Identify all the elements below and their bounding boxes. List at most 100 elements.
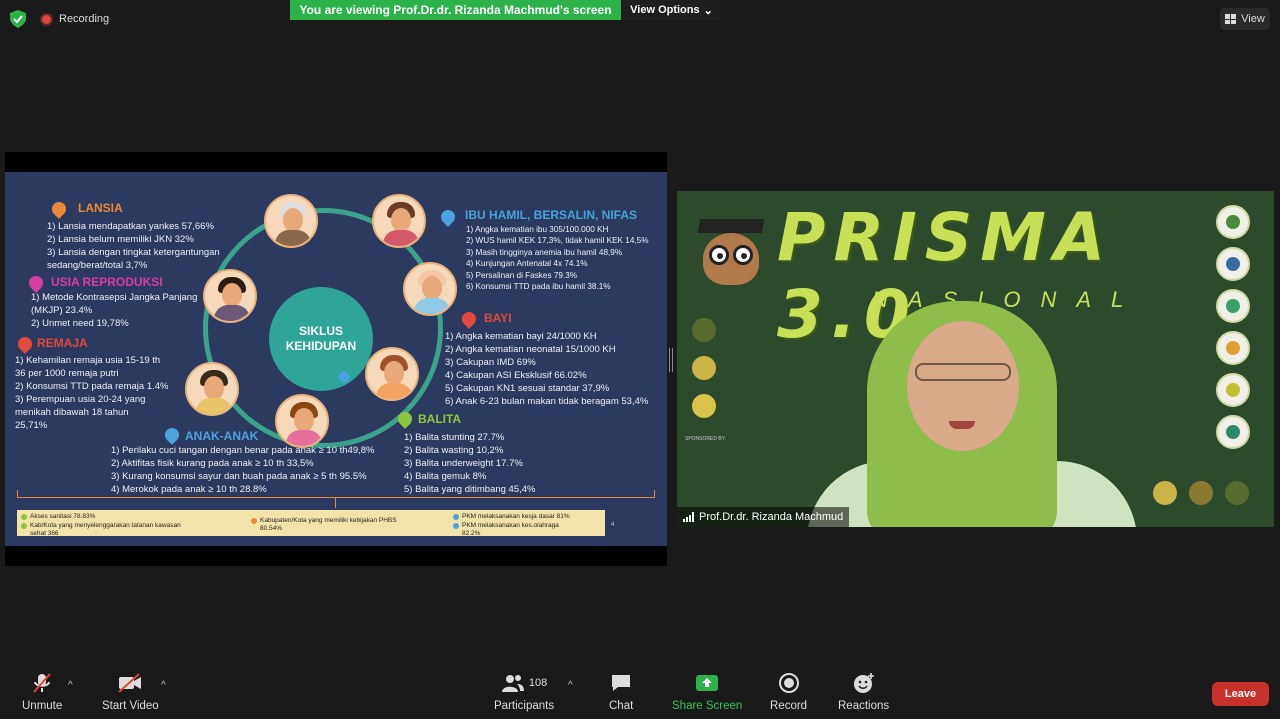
- blue-dot-icon: [453, 514, 459, 520]
- slide-page-number: 4: [611, 522, 615, 528]
- recording-indicator[interactable]: Recording: [40, 10, 109, 28]
- chat-bubble-icon: [610, 672, 632, 694]
- center-title: SIKLUS KEHIDUPAN: [269, 287, 373, 391]
- viewing-screen-banner: You are viewing Prof.Dr.dr. Rizanda Mach…: [290, 0, 621, 20]
- ibu-hamil-list: 1) Angka kematian ibu 305/100.000 KH 2) …: [466, 225, 649, 292]
- usia-reproduksi-pin-icon: [26, 273, 46, 293]
- partner-logo: [1216, 331, 1250, 365]
- start-video-button[interactable]: Start Video: [102, 672, 159, 712]
- blue-dot-icon: [453, 523, 459, 529]
- bayi-list: 1) Angka kematian bayi 24/1000 KH 2) Ang…: [445, 331, 649, 407]
- reactions-button[interactable]: Reactions: [838, 672, 889, 712]
- anak-anak-title: ANAK-ANAK: [185, 429, 259, 443]
- ibu-hamil-pin-icon: [438, 207, 458, 227]
- recording-dot-icon: [40, 12, 53, 26]
- decorative-dot: [1153, 481, 1177, 505]
- chat-label: Chat: [609, 700, 634, 712]
- record-button[interactable]: Record: [770, 672, 807, 712]
- usia-reproduksi-title: USIA REPRODUKSI: [51, 275, 163, 289]
- footer-item-kabkota: Kab/Kota yang menyelenggarakan tatanan k…: [21, 522, 181, 538]
- participants-button[interactable]: 108 Participants: [494, 672, 554, 712]
- balita-list: 1) Balita stunting 27.7% 2) Balita wasti…: [404, 432, 536, 495]
- usia-reproduksi-list: 1) Metode Kontrasepsi Jangka Panjang (MK…: [31, 292, 198, 329]
- footer-item-pkm-kesja: PKM melaksanakan kesja dasar 81%: [453, 513, 570, 521]
- bayi-pin-icon: [459, 309, 479, 329]
- partner-logo: [1216, 247, 1250, 281]
- lansia-list: 1) Lansia mendapatkan yankes 57,66% 2) L…: [47, 221, 220, 271]
- lansia-pin-icon: [49, 199, 69, 219]
- smiley-plus-icon: [853, 672, 875, 694]
- record-label: Record: [770, 700, 808, 712]
- participants-options-caret-icon[interactable]: ^: [568, 680, 573, 691]
- recording-label: Recording: [59, 13, 110, 25]
- record-icon: [778, 672, 799, 694]
- unmute-button[interactable]: Unmute: [22, 672, 62, 712]
- view-options-button[interactable]: View Options ⌄: [622, 0, 721, 20]
- unmute-label: Unmute: [22, 700, 63, 712]
- baby-illustration: [403, 262, 457, 316]
- share-screen-icon: [695, 672, 719, 694]
- footer-item-akses-sanitasi: Akses sanitasi 78.83%: [21, 513, 95, 521]
- owl-mascot-icon: [697, 213, 765, 287]
- signal-strength-icon: [683, 512, 694, 522]
- participant-name: Prof.Dr.dr. Rizanda Machmud: [699, 511, 844, 523]
- video-camera-off-icon: [117, 672, 143, 694]
- participants-label: Participants: [494, 700, 555, 712]
- teenagers-illustration: [185, 362, 239, 416]
- speaker-video: [807, 251, 1137, 527]
- decorative-dot: [692, 318, 716, 342]
- decorative-dot: [692, 356, 716, 380]
- decorative-dot: [692, 394, 716, 418]
- start-video-label: Start Video: [102, 700, 159, 712]
- participants-count: 108: [528, 677, 548, 689]
- view-options-label: View Options: [630, 4, 700, 16]
- share-screen-label: Share Screen: [672, 700, 743, 712]
- footer-item-phbs: Kabupaten/Kota yang memiliki kebijakan P…: [251, 517, 397, 533]
- pregnant-couple-illustration: [372, 194, 426, 248]
- security-shield-icon[interactable]: [10, 10, 26, 28]
- chat-button[interactable]: Chat: [609, 672, 633, 712]
- footer-item-pkm-olahraga: PKM melaksanakan kes.olahraga 82.2%: [453, 522, 559, 538]
- lansia-title: LANSIA: [78, 201, 123, 215]
- ibu-hamil-title: IBU HAMIL, BERSALIN, NIFAS: [465, 208, 638, 222]
- view-button[interactable]: View: [1220, 8, 1270, 30]
- footer-bracket: [17, 490, 655, 498]
- footer-indicator-box: Akses sanitasi 78.83% Kab/Kota yang meny…: [17, 510, 605, 538]
- balita-title: BALITA: [418, 412, 462, 426]
- toddler-illustration: [365, 347, 419, 401]
- elderly-couple-illustration: [264, 194, 318, 248]
- share-screen-button[interactable]: Share Screen: [672, 672, 742, 712]
- panel-splitter-handle[interactable]: [669, 348, 673, 372]
- decorative-dot: [1225, 481, 1249, 505]
- video-options-caret-icon[interactable]: ^: [161, 680, 166, 691]
- green-dot-icon: [21, 514, 27, 520]
- green-dot-icon: [21, 523, 27, 529]
- participant-video-tile[interactable]: PRISMA 3.0 NASIONAL SPONSORED BY: Prof.D…: [677, 191, 1274, 527]
- decorative-dot: [1189, 481, 1213, 505]
- remaja-list: 1) Kehamilan remaja usia 15-19 th 36 per…: [15, 355, 169, 431]
- participants-icon: 108: [501, 672, 547, 694]
- child-illustration: [275, 394, 329, 448]
- reactions-label: Reactions: [838, 700, 890, 712]
- partner-logo: [1216, 289, 1250, 323]
- orange-dot-icon: [251, 518, 257, 524]
- sponsor-label: SPONSORED BY:: [685, 436, 727, 442]
- chevron-down-icon: ⌄: [703, 4, 713, 17]
- bayi-title: BAYI: [484, 311, 512, 325]
- adults-illustration: [203, 269, 257, 323]
- partner-logo: [1216, 373, 1250, 407]
- partner-logo: [1216, 205, 1250, 239]
- partner-logo: [1216, 415, 1250, 449]
- shared-screen[interactable]: SIKLUS KEHIDUPAN LANSIA 1) Lansia mendapa…: [5, 152, 667, 566]
- footer-bracket-tick: [335, 498, 336, 508]
- presentation-slide: SIKLUS KEHIDUPAN LANSIA 1) Lansia mendapa…: [5, 172, 667, 546]
- participant-name-tag: Prof.Dr.dr. Rizanda Machmud: [677, 507, 850, 527]
- leave-button[interactable]: Leave: [1212, 682, 1269, 706]
- grid-view-icon: [1225, 14, 1237, 24]
- remaja-title: REMAJA: [37, 336, 88, 350]
- remaja-pin-icon: [15, 334, 35, 354]
- view-label: View: [1241, 13, 1265, 25]
- anak-anak-list: 1) Perilaku cuci tangan dengan benar pad…: [111, 445, 375, 495]
- microphone-muted-icon: [31, 672, 53, 694]
- audio-options-caret-icon[interactable]: ^: [68, 680, 73, 691]
